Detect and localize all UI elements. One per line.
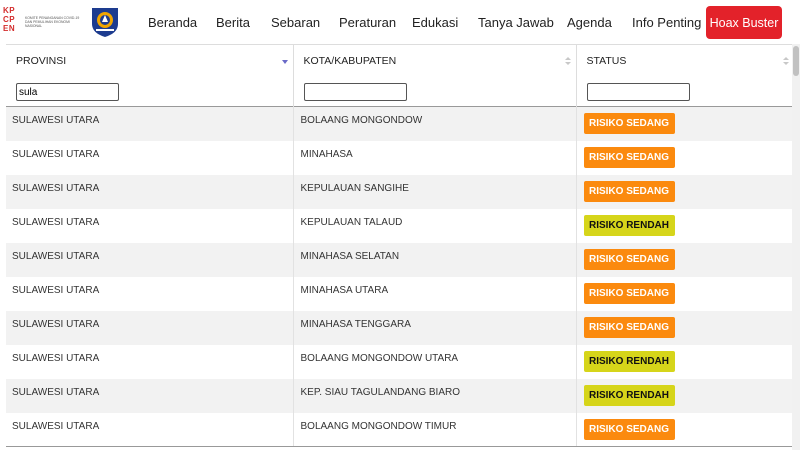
nav-beranda[interactable]: Beranda bbox=[148, 15, 197, 30]
cell-kota: MINAHASA SELATAN bbox=[293, 242, 577, 277]
nav-info-penting[interactable]: Info Penting bbox=[632, 15, 701, 30]
status-badge: RISIKO RENDAH bbox=[583, 214, 675, 236]
cell-status: RISIKO SEDANG bbox=[576, 277, 794, 311]
cell-kota: KEPULAUAN TALAUD bbox=[293, 208, 577, 243]
status-badge: RISIKO RENDAH bbox=[583, 384, 675, 406]
sort-both-icon[interactable] bbox=[564, 56, 572, 66]
nav-sebaran[interactable]: Sebaran bbox=[271, 15, 320, 30]
cell-kota: KEP. SIAU TAGULANDANG BIARO bbox=[293, 378, 577, 413]
status-badge: RISIKO SEDANG bbox=[583, 418, 675, 440]
column-header-status-label: STATUS bbox=[586, 54, 627, 67]
cell-provinsi: SULAWESI UTARA bbox=[6, 412, 294, 447]
nav-peraturan[interactable]: Peraturan bbox=[339, 15, 396, 30]
filter-cell-provinsi bbox=[6, 76, 294, 107]
status-badge: RISIKO RENDAH bbox=[583, 350, 675, 372]
kpcpen-logo-text: Komite Penanganan COVID-19 dan Pemulihan… bbox=[25, 16, 80, 29]
cell-status: RISIKO SEDANG bbox=[576, 413, 794, 447]
status-badge: RISIKO SEDANG bbox=[583, 316, 675, 338]
table-bottom-divider bbox=[6, 446, 794, 447]
cell-provinsi: SULAWESI UTARA bbox=[6, 242, 294, 277]
nav-edukasi[interactable]: Edukasi bbox=[412, 15, 458, 30]
cell-kota: MINAHASA UTARA bbox=[293, 276, 577, 311]
cell-kota: KEPULAUAN SANGIHE bbox=[293, 174, 577, 209]
cell-provinsi: SULAWESI UTARA bbox=[6, 344, 294, 379]
filter-cell-kota bbox=[293, 76, 577, 107]
kpcpen-logo[interactable]: KP CP EN Komite Penanganan COVID-19 dan … bbox=[2, 4, 86, 40]
cell-kota: BOLAANG MONGONDOW TIMUR bbox=[293, 412, 577, 447]
table-row: SULAWESI UTARA MINAHASA UTARA RISIKO SEDAN… bbox=[6, 276, 794, 311]
filter-status-input[interactable] bbox=[586, 83, 690, 101]
column-header-provinsi[interactable]: PROVINSI bbox=[6, 44, 294, 77]
filter-provinsi-input[interactable] bbox=[16, 83, 119, 101]
site-header: KP CP EN Komite Penanganan COVID-19 dan … bbox=[0, 0, 800, 44]
cell-status: RISIKO SEDANG bbox=[576, 107, 794, 141]
cell-provinsi: SULAWESI UTARA bbox=[6, 378, 294, 413]
table-row: SULAWESI UTARA MINAHASA TENGGARA RISIKO SE… bbox=[6, 310, 794, 345]
nav-berita[interactable]: Berita bbox=[216, 15, 250, 30]
hoax-buster-button[interactable]: Hoax Buster bbox=[706, 6, 782, 39]
cell-status: RISIKO SEDANG bbox=[576, 141, 794, 175]
nav-tanya-jawab[interactable]: Tanya Jawab bbox=[478, 15, 554, 30]
sort-desc-icon[interactable] bbox=[281, 56, 289, 66]
cell-kota: MINAHASA TENGGARA bbox=[293, 310, 577, 345]
cell-status: RISIKO RENDAH bbox=[576, 379, 794, 413]
cell-kota: MINAHASA bbox=[293, 140, 577, 175]
column-header-provinsi-label: PROVINSI bbox=[16, 54, 67, 67]
column-header-status[interactable]: STATUS bbox=[576, 44, 794, 77]
cell-provinsi: SULAWESI UTARA bbox=[6, 310, 294, 345]
status-badge: RISIKO SEDANG bbox=[583, 146, 675, 168]
cell-provinsi: SULAWESI UTARA bbox=[6, 208, 294, 243]
column-header-kota-label: KOTA/KABUPATEN bbox=[303, 54, 397, 67]
cell-provinsi: SULAWESI UTARA bbox=[6, 174, 294, 209]
filter-kota-input[interactable] bbox=[303, 83, 407, 101]
cell-kota: BOLAANG MONGONDOW UTARA bbox=[293, 344, 577, 379]
table-row: SULAWESI UTARA KEPULAUAN SANGIHE RISIKO SE… bbox=[6, 174, 794, 209]
table-row: SULAWESI UTARA MINAHASA RISIKO SEDANG bbox=[6, 140, 794, 175]
cell-status: RISIKO SEDANG bbox=[576, 175, 794, 209]
filter-cell-status bbox=[576, 77, 794, 107]
kpcpen-letters: KP CP EN bbox=[3, 6, 16, 33]
table-row: SULAWESI UTARA BOLAANG MONGONDOW UTARA RIS… bbox=[6, 344, 794, 379]
table-row: SULAWESI UTARA KEPULAUAN TALAUD RISIKO REN… bbox=[6, 208, 794, 243]
cell-status: RISIKO RENDAH bbox=[576, 209, 794, 243]
table-row: SULAWESI UTARA BOLAANG MONGONDOW RISIKO SE… bbox=[6, 106, 794, 141]
nav-agenda[interactable]: Agenda bbox=[567, 15, 612, 30]
risk-status-table-container: PROVINSI KOTA/KABUPATEN STATUS sula SULA… bbox=[6, 44, 794, 447]
cell-status: RISIKO SEDANG bbox=[576, 311, 794, 345]
status-badge: RISIKO SEDANG bbox=[583, 113, 675, 134]
table-body: SULAWESI UTARA BOLAANG MONGONDOW RISIKO SE… bbox=[6, 106, 794, 447]
page-scrollbar[interactable] bbox=[792, 44, 800, 450]
status-badge: RISIKO SEDANG bbox=[583, 180, 675, 202]
status-badge: RISIKO SEDANG bbox=[583, 248, 675, 270]
cell-status: RISIKO RENDAH bbox=[576, 345, 794, 379]
cell-provinsi: SULAWESI UTARA bbox=[6, 140, 294, 175]
scrollbar-thumb[interactable] bbox=[793, 46, 799, 76]
status-badge: RISIKO SEDANG bbox=[583, 282, 675, 304]
cell-status: RISIKO SEDANG bbox=[576, 243, 794, 277]
table-row: SULAWESI UTARA KEP. SIAU TAGULANDANG BIAR… bbox=[6, 378, 794, 413]
bnpb-emblem-icon[interactable] bbox=[88, 4, 122, 38]
sort-both-icon[interactable] bbox=[782, 56, 790, 66]
table-row: SULAWESI UTARA BOLAANG MONGONDOW TIMUR RIS… bbox=[6, 412, 794, 447]
risk-status-table: PROVINSI KOTA/KABUPATEN STATUS sula SULA… bbox=[6, 44, 794, 447]
cell-provinsi: SULAWESI UTARA bbox=[6, 106, 294, 141]
column-header-kota[interactable]: KOTA/KABUPATEN bbox=[293, 44, 577, 77]
cell-kota: BOLAANG MONGONDOW bbox=[293, 106, 577, 141]
cell-provinsi: SULAWESI UTARA bbox=[6, 276, 294, 311]
table-row: SULAWESI UTARA MINAHASA SELATAN RISIKO SED… bbox=[6, 242, 794, 277]
